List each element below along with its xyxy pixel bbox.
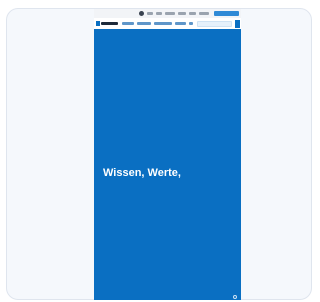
utility-link[interactable] [156, 12, 162, 15]
utility-link[interactable] [178, 12, 186, 15]
utility-link[interactable] [189, 12, 196, 15]
utility-icon[interactable] [139, 11, 144, 16]
nav-link[interactable] [175, 22, 186, 25]
nav-link[interactable] [137, 22, 151, 25]
nav-link[interactable] [189, 22, 193, 25]
brand-logo-icon[interactable] [96, 21, 100, 26]
website-preview[interactable]: Wissen, Werte, [94, 9, 241, 300]
utility-link[interactable] [147, 12, 153, 15]
utility-cta-button[interactable] [214, 11, 239, 16]
circle-icon[interactable] [233, 295, 237, 299]
utility-link[interactable] [199, 12, 209, 15]
utility-link[interactable] [165, 12, 175, 15]
utility-bar [94, 9, 241, 18]
nav-link[interactable] [154, 22, 172, 25]
nav-link[interactable] [122, 22, 134, 25]
search-input[interactable] [197, 21, 232, 27]
hero-headline: Wissen, Werte, [103, 167, 181, 179]
brand-logo-wordmark[interactable] [101, 22, 118, 25]
menu-icon[interactable] [235, 20, 240, 28]
main-navigation [94, 18, 241, 29]
